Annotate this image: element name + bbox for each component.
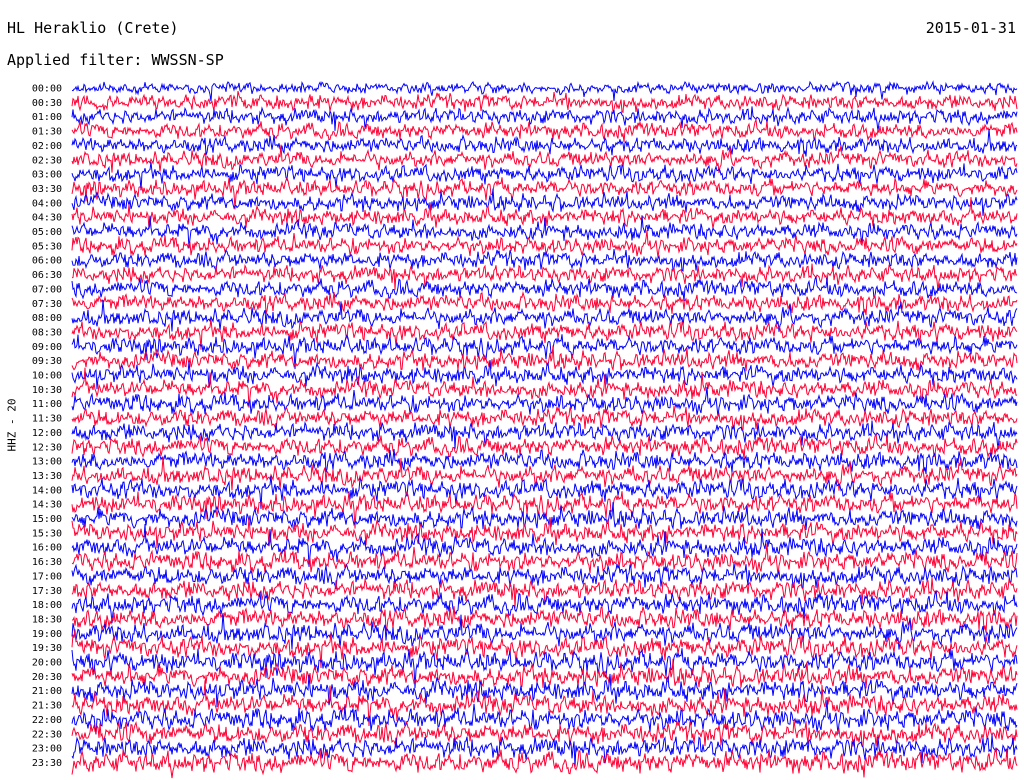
trace-line	[71, 433, 1018, 460]
time-tick-label: 23:30	[32, 758, 62, 769]
trace-line	[71, 249, 1018, 272]
time-tick-label: 19:00	[32, 629, 62, 640]
trace-line	[71, 90, 1018, 114]
time-tick-label: 21:30	[32, 701, 62, 712]
time-tick-label: 01:30	[32, 127, 62, 138]
time-tick-label: 12:30	[32, 442, 62, 453]
seismogram-plot: 00:00 00:30 01:00 01:30 02:00 02:30 03:00 03:30…	[32, 80, 1018, 779]
time-tick-label: 14:30	[32, 500, 62, 511]
time-tick-label: 16:00	[32, 543, 62, 554]
time-tick-label: 15:00	[32, 514, 62, 525]
time-tick-label: 10:00	[32, 371, 62, 382]
time-tick-label: 13:00	[32, 457, 62, 468]
time-tick-label: 09:30	[32, 356, 62, 367]
trace-group	[71, 80, 1018, 779]
time-tick-label: 14:00	[32, 485, 62, 496]
time-tick-label: 00:00	[32, 84, 62, 95]
time-tick-label: 08:30	[32, 327, 62, 338]
trace-line	[71, 449, 1018, 475]
time-tick-label: 11:00	[32, 399, 62, 410]
time-tick-label: 07:00	[32, 284, 62, 295]
time-tick-label: 02:00	[32, 141, 62, 152]
time-tick-label: 16:30	[32, 557, 62, 568]
time-tick-label: 07:30	[32, 299, 62, 310]
trace-line	[71, 386, 1018, 417]
time-tick-label: 04:00	[32, 198, 62, 209]
time-tick-label: 23:00	[32, 744, 62, 755]
time-tick-label: 18:00	[32, 600, 62, 611]
time-tick-label: 05:00	[32, 227, 62, 238]
time-tick-label: 06:30	[32, 270, 62, 281]
time-tick-label: 03:30	[32, 184, 62, 195]
time-tick-label: 11:30	[32, 414, 62, 425]
time-tick-label: 12:00	[32, 428, 62, 439]
time-tick-label: 20:00	[32, 658, 62, 669]
time-tick-labels: 00:00 00:30 01:00 01:30 02:00 02:30 03:00 03:30…	[32, 84, 62, 769]
trace-line	[71, 290, 1018, 316]
time-tick-label: 19:30	[32, 643, 62, 654]
time-tick-label: 05:30	[32, 241, 62, 252]
time-tick-label: 03:00	[32, 170, 62, 181]
time-tick-label: 15:30	[32, 528, 62, 539]
time-tick-label: 09:00	[32, 342, 62, 353]
time-tick-label: 21:00	[32, 686, 62, 697]
trace-line	[71, 563, 1018, 590]
time-tick-label: 01:00	[32, 112, 62, 123]
time-tick-label: 10:30	[32, 385, 62, 396]
time-tick-label: 22:00	[32, 715, 62, 726]
time-tick-label: 20:30	[32, 672, 62, 683]
time-tick-label: 18:30	[32, 614, 62, 625]
time-tick-label: 22:30	[32, 729, 62, 740]
time-tick-label: 13:30	[32, 471, 62, 482]
time-tick-label: 17:30	[32, 586, 62, 597]
time-tick-label: 00:30	[32, 98, 62, 109]
time-tick-label: 08:00	[32, 313, 62, 324]
trace-line	[71, 117, 1018, 143]
time-tick-label: 17:00	[32, 571, 62, 582]
time-tick-label: 02:30	[32, 155, 62, 166]
time-tick-label: 04:30	[32, 213, 62, 224]
time-tick-label: 06:00	[32, 256, 62, 267]
